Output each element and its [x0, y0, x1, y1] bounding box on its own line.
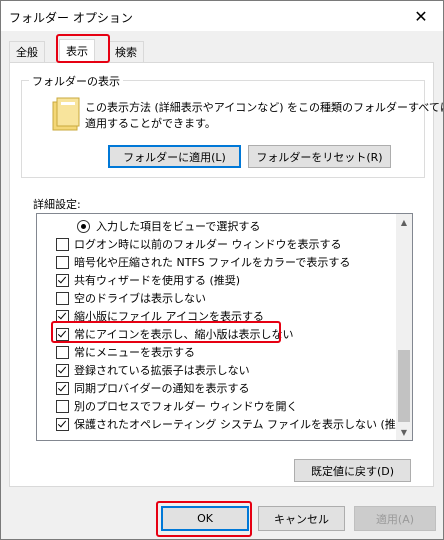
tab-view[interactable]: 表示	[59, 39, 95, 63]
advanced-setting-label: 共有ウィザードを使用する (推奨)	[74, 274, 241, 287]
tab-search[interactable]: 検索	[108, 41, 144, 62]
advanced-setting-label: 同期プロバイダーの通知を表示する	[74, 382, 250, 395]
advanced-setting-label: 別のプロセスでフォルダー ウィンドウを開く	[74, 400, 298, 413]
checkbox[interactable]	[56, 399, 69, 413]
advanced-setting-item[interactable]: 縮小版にファイル アイコンを表示する	[56, 307, 412, 325]
advanced-setting-item[interactable]: 共有ウィザードを使用する (推奨)	[56, 271, 412, 289]
close-icon: ✕	[414, 6, 428, 26]
advanced-setting-label: 暗号化や圧縮された NTFS ファイルをカラーで表示する	[74, 256, 351, 269]
advanced-setting-item[interactable]: 登録されている拡張子は表示しない	[56, 361, 412, 379]
apply-button[interactable]: 適用(A)	[354, 506, 436, 531]
advanced-setting-label: 常にメニューを表示する	[74, 346, 195, 359]
advanced-setting-item[interactable]: 入力した項目をビューで選択する	[77, 217, 412, 235]
advanced-setting-item[interactable]: 常にアイコンを表示し、縮小版は表示しない	[56, 325, 412, 343]
cancel-button[interactable]: キャンセル	[258, 506, 345, 531]
ok-label: OK	[197, 512, 213, 525]
checkbox[interactable]	[56, 363, 69, 377]
apply-to-folders-button[interactable]: フォルダーに適用(L)	[108, 145, 241, 168]
advanced-setting-item[interactable]: 保護されたオペレーティング システム ファイルを表示しない (推奨)	[56, 415, 412, 433]
advanced-setting-label: 縮小版にファイル アイコンを表示する	[74, 310, 264, 323]
radio-button[interactable]	[77, 219, 90, 233]
advanced-setting-label: 空のドライブは表示しない	[74, 292, 206, 305]
checkbox[interactable]	[56, 273, 69, 287]
checkbox[interactable]	[56, 381, 69, 395]
advanced-setting-item[interactable]: 別のプロセスでフォルダー ウィンドウを開く	[56, 397, 412, 415]
scroll-down-arrow-icon[interactable]: ▼	[396, 424, 412, 440]
advanced-setting-item[interactable]: 暗号化や圧縮された NTFS ファイルをカラーで表示する	[56, 253, 412, 271]
apply-to-folders-label: フォルダーに適用(L)	[123, 150, 226, 164]
folder-views-icon	[52, 97, 80, 131]
restore-defaults-button[interactable]: 既定値に戻す(D)	[294, 459, 411, 482]
window-title: フォルダー オプション	[9, 11, 133, 25]
reset-folders-button[interactable]: フォルダーをリセット(R)	[248, 145, 391, 168]
scroll-up-arrow-icon[interactable]: ▲	[396, 214, 412, 230]
advanced-setting-label: 入力した項目をビューで選択する	[96, 220, 261, 233]
scrollbar-thumb[interactable]	[398, 350, 410, 422]
reset-folders-label: フォルダーをリセット(R)	[256, 150, 383, 164]
apply-label: 適用(A)	[375, 512, 415, 526]
advanced-setting-label: 保護されたオペレーティング システム ファイルを表示しない (推奨)	[74, 418, 412, 431]
checkbox[interactable]	[56, 309, 69, 323]
checkbox[interactable]	[56, 255, 69, 269]
advanced-settings-list[interactable]: 入力した項目をビューで選択するログオン時に以前のフォルダー ウィンドウを表示する…	[36, 213, 413, 441]
folder-views-legend: フォルダーの表示	[29, 73, 123, 89]
title-bar: フォルダー オプション ✕	[1, 1, 443, 31]
tab-general[interactable]: 全般	[9, 41, 45, 62]
tab-view-label: 表示	[66, 45, 88, 58]
checkbox[interactable]	[56, 327, 69, 341]
checkbox[interactable]	[56, 345, 69, 359]
folder-views-description-1: この表示方法 (詳細表示やアイコンなど) をこの種類のフォルダーすべてに	[85, 101, 444, 114]
advanced-setting-item[interactable]: 空のドライブは表示しない	[56, 289, 412, 307]
tab-search-label: 検索	[115, 46, 137, 59]
advanced-setting-item[interactable]: 同期プロバイダーの通知を表示する	[56, 379, 412, 397]
checkbox[interactable]	[56, 237, 69, 251]
advanced-setting-label: 登録されている拡張子は表示しない	[74, 364, 250, 377]
advanced-settings-label: 詳細設定:	[33, 198, 81, 211]
advanced-setting-item[interactable]: 常にメニューを表示する	[56, 343, 412, 361]
folder-options-dialog: フォルダー オプション ✕ 全般 表示 検索 フォルダーの表示 この表示方法 (…	[0, 0, 444, 540]
close-button[interactable]: ✕	[399, 1, 443, 31]
tab-general-label: 全般	[16, 46, 38, 59]
checkbox[interactable]	[56, 417, 69, 431]
restore-defaults-label: 既定値に戻す(D)	[310, 464, 395, 478]
ok-button[interactable]: OK	[161, 506, 249, 531]
vertical-scrollbar[interactable]: ▲ ▼	[396, 214, 412, 440]
cancel-label: キャンセル	[274, 512, 329, 526]
folder-views-description-2: 適用することができます。	[85, 117, 216, 130]
advanced-setting-label: ログオン時に以前のフォルダー ウィンドウを表示する	[74, 238, 342, 251]
advanced-setting-item[interactable]: ログオン時に以前のフォルダー ウィンドウを表示する	[56, 235, 412, 253]
checkbox[interactable]	[56, 291, 69, 305]
advanced-setting-label: 常にアイコンを表示し、縮小版は表示しない	[74, 328, 294, 341]
